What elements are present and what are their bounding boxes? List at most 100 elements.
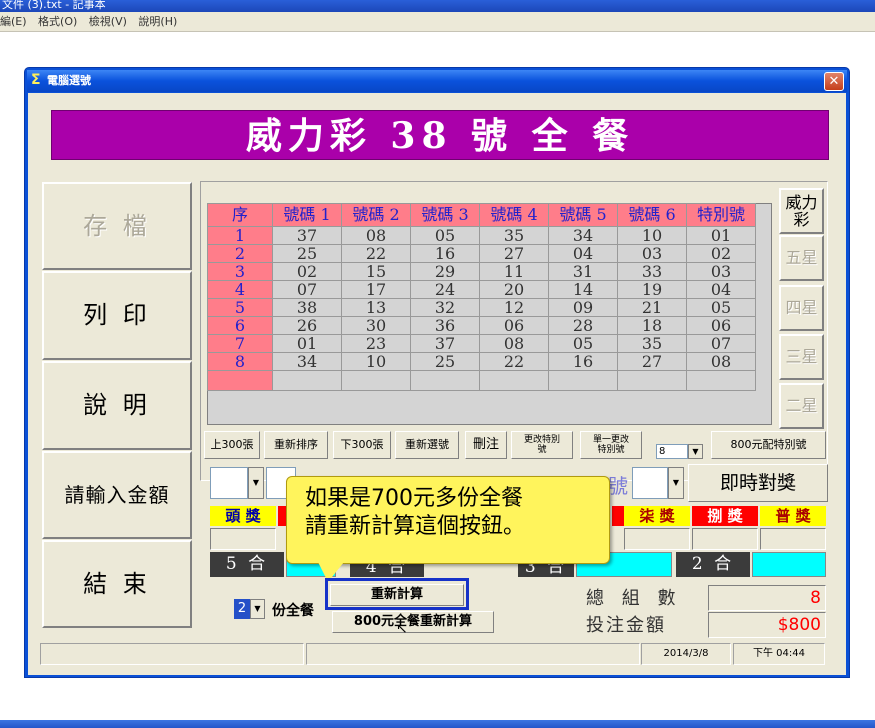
col-header-n6[interactable]: 號碼 6 xyxy=(617,203,687,227)
grid-cell[interactable]: 08 xyxy=(341,226,411,245)
row-number[interactable]: 3 xyxy=(207,262,273,281)
grid-cell[interactable] xyxy=(272,370,342,391)
instant-check-button[interactable]: 即時對獎 xyxy=(688,464,828,502)
chevron-down-icon[interactable]: ▼ xyxy=(688,444,703,459)
change-special-button[interactable]: 更改特別 號 xyxy=(511,431,573,459)
grid-cell[interactable]: 33 xyxy=(617,262,687,281)
save-button[interactable]: 存 檔 xyxy=(42,182,192,270)
grid-cell[interactable]: 34 xyxy=(548,226,618,245)
help-button[interactable]: 說 明 xyxy=(42,361,192,450)
grid-cell[interactable]: 04 xyxy=(686,280,756,299)
grid-cell[interactable] xyxy=(479,370,549,391)
col-header-seq[interactable]: 序 xyxy=(207,203,273,227)
grid-cell[interactable]: 31 xyxy=(548,262,618,281)
grid-cell[interactable]: 05 xyxy=(686,298,756,317)
row-number[interactable]: 1 xyxy=(207,226,273,245)
chevron-down-icon[interactable]: ▼ xyxy=(250,599,265,619)
close-icon[interactable]: ✕ xyxy=(824,72,844,91)
grid-cell[interactable]: 04 xyxy=(548,244,618,263)
grid-cell[interactable]: 29 xyxy=(410,262,480,281)
grid-cell[interactable]: 21 xyxy=(617,298,687,317)
col-header-special[interactable]: 特別號 xyxy=(686,203,756,227)
grid-cell[interactable]: 26 xyxy=(272,316,342,335)
grid-cell[interactable]: 25 xyxy=(272,244,342,263)
recalculate-800-button[interactable]: 800元全餐重新計算 xyxy=(332,611,494,633)
grid-cell[interactable]: 01 xyxy=(272,334,342,353)
menu-help[interactable]: 說明(H) xyxy=(138,15,177,28)
row-number[interactable]: 7 xyxy=(207,334,273,353)
next-300-button[interactable]: 下300張 xyxy=(333,431,391,459)
grid-cell[interactable]: 22 xyxy=(341,244,411,263)
grid-cell[interactable]: 08 xyxy=(686,352,756,371)
exit-button[interactable]: 結 束 xyxy=(42,540,192,628)
grid-cell[interactable] xyxy=(617,370,687,391)
grid-cell[interactable]: 37 xyxy=(410,334,480,353)
prev-300-button[interactable]: 上300張 xyxy=(204,431,260,459)
grid-cell[interactable]: 11 xyxy=(479,262,549,281)
row-number[interactable] xyxy=(207,370,273,391)
grid-cell[interactable]: 05 xyxy=(548,334,618,353)
print-button[interactable]: 列 印 xyxy=(42,271,192,360)
row-number[interactable]: 8 xyxy=(207,352,273,371)
tab-powerball[interactable]: 威力彩 xyxy=(779,188,824,234)
grid-cell[interactable]: 03 xyxy=(617,244,687,263)
grid-cell[interactable]: 03 xyxy=(686,262,756,281)
special-800-button[interactable]: 800元配特別號 xyxy=(711,431,826,459)
row-number[interactable]: 2 xyxy=(207,244,273,263)
grid-cell[interactable]: 10 xyxy=(617,226,687,245)
reselect-button[interactable]: 重新選號 xyxy=(395,431,459,459)
grid-cell[interactable]: 34 xyxy=(272,352,342,371)
grid-cell[interactable]: 35 xyxy=(479,226,549,245)
menu-format[interactable]: 格式(O) xyxy=(38,15,77,28)
menu-view[interactable]: 檢視(V) xyxy=(89,15,127,28)
grid-cell[interactable]: 09 xyxy=(548,298,618,317)
grid-cell[interactable]: 12 xyxy=(479,298,549,317)
enter-amount-button[interactable]: 請輸入金額 xyxy=(42,451,192,539)
menu-edit[interactable]: 編(E) xyxy=(0,15,27,28)
grid-cell[interactable]: 27 xyxy=(617,352,687,371)
row-number[interactable]: 5 xyxy=(207,298,273,317)
grid-cell[interactable]: 17 xyxy=(341,280,411,299)
grid-cell[interactable] xyxy=(548,370,618,391)
grid-cell[interactable]: 05 xyxy=(410,226,480,245)
grid-cell[interactable]: 24 xyxy=(410,280,480,299)
grid-cell[interactable]: 07 xyxy=(686,334,756,353)
grid-cell[interactable]: 20 xyxy=(479,280,549,299)
grid-cell[interactable]: 16 xyxy=(410,244,480,263)
grid-cell[interactable]: 18 xyxy=(617,316,687,335)
grid-cell[interactable] xyxy=(410,370,480,391)
grid-cell[interactable]: 08 xyxy=(479,334,549,353)
grid-cell[interactable]: 32 xyxy=(410,298,480,317)
grid-cell[interactable]: 30 xyxy=(341,316,411,335)
grid-cell[interactable] xyxy=(686,370,756,391)
grid-cell[interactable]: 06 xyxy=(479,316,549,335)
grid-cell[interactable]: 25 xyxy=(410,352,480,371)
tab-three-star[interactable]: 三星 xyxy=(779,334,824,380)
grid-cell[interactable]: 19 xyxy=(617,280,687,299)
grid-cell[interactable]: 36 xyxy=(410,316,480,335)
grid-cell[interactable]: 37 xyxy=(272,226,342,245)
grid-cell[interactable]: 07 xyxy=(272,280,342,299)
col-header-n3[interactable]: 號碼 3 xyxy=(410,203,480,227)
grid-cell[interactable]: 02 xyxy=(686,244,756,263)
grid-cell[interactable]: 35 xyxy=(617,334,687,353)
special-number-select[interactable]: 8 xyxy=(656,444,688,459)
sets-count-select[interactable]: 2 xyxy=(234,599,250,619)
grid-cell[interactable]: 14 xyxy=(548,280,618,299)
grid-cell[interactable]: 28 xyxy=(548,316,618,335)
grid-cell[interactable]: 38 xyxy=(272,298,342,317)
special-number-input[interactable] xyxy=(632,467,668,499)
grid-cell[interactable] xyxy=(341,370,411,391)
grid-cell[interactable]: 15 xyxy=(341,262,411,281)
col-header-n2[interactable]: 號碼 2 xyxy=(341,203,411,227)
number-select-1[interactable] xyxy=(210,467,248,499)
tab-five-star[interactable]: 五星 xyxy=(779,235,824,281)
resort-button[interactable]: 重新排序 xyxy=(264,431,328,459)
single-change-special-button[interactable]: 單一更改 特別號 xyxy=(580,431,642,459)
grid-cell[interactable]: 16 xyxy=(548,352,618,371)
grid-cell[interactable]: 06 xyxy=(686,316,756,335)
delete-button[interactable]: 刪注 xyxy=(465,431,507,459)
tab-four-star[interactable]: 四星 xyxy=(779,285,824,331)
row-number[interactable]: 4 xyxy=(207,280,273,299)
grid-cell[interactable]: 13 xyxy=(341,298,411,317)
